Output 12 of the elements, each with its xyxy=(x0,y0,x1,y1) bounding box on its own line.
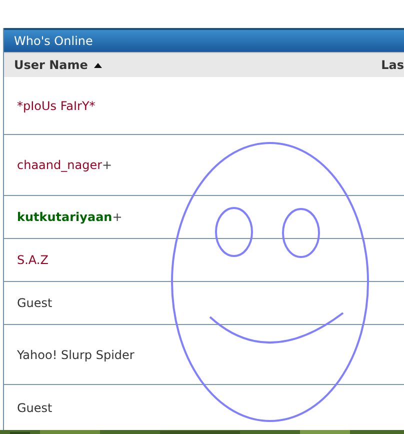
user-name[interactable]: chaand_nager xyxy=(17,156,102,174)
user-suffix: + xyxy=(112,209,122,226)
user-name[interactable]: *pIoUs FaIrY* xyxy=(17,96,96,114)
column-header[interactable]: Las xyxy=(381,56,404,74)
user-name[interactable]: kutkutariyaan xyxy=(17,208,112,226)
user-name[interactable]: S.A.Z xyxy=(17,251,48,269)
user-name[interactable]: Yahoo! Slurp Spider xyxy=(17,346,134,364)
panel-title: Who's Online xyxy=(4,28,404,52)
user-name[interactable]: Guest xyxy=(17,294,52,312)
user-suffix: + xyxy=(102,157,112,174)
column-header[interactable]: User Name xyxy=(14,56,102,74)
user-name[interactable]: Guest xyxy=(17,398,52,416)
